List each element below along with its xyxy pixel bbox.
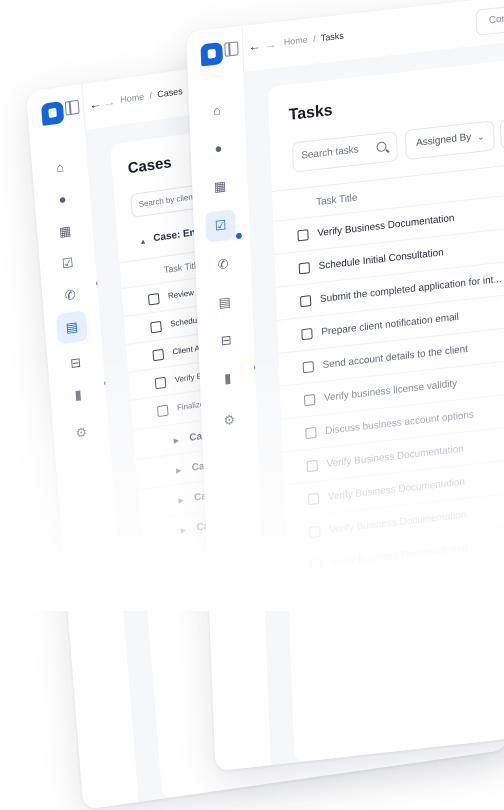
inbox-icon[interactable]: ⊟ — [47, 351, 103, 375]
task-checkbox[interactable] — [298, 262, 311, 275]
app-logo[interactable] — [40, 100, 65, 126]
task-checkbox[interactable] — [300, 295, 312, 308]
breadcrumb-home[interactable]: Home — [120, 91, 144, 104]
breadcrumb-home[interactable]: Home — [284, 35, 308, 48]
cases-icon[interactable]: ▤ — [55, 310, 88, 345]
sidebar-toggle-icon[interactable] — [224, 41, 239, 57]
task-title: Verify business license validity — [323, 378, 458, 404]
inbox-icon[interactable]: ⊟ — [198, 330, 254, 352]
task-checkbox[interactable] — [302, 361, 314, 374]
forward-arrow-icon[interactable]: → — [264, 36, 277, 52]
task-checkbox[interactable] — [307, 492, 320, 506]
building-icon[interactable]: ▦ — [192, 176, 248, 198]
page-title: Tasks — [288, 102, 333, 124]
filter-dropdown[interactable] — [499, 114, 504, 150]
task-checkbox[interactable] — [150, 320, 162, 334]
expand-caret-icon[interactable]: ▲ — [140, 238, 147, 246]
breadcrumb-current: Cases — [157, 85, 183, 100]
breadcrumb-separator: / — [312, 33, 316, 44]
chart-icon[interactable]: ▮ — [200, 363, 261, 389]
breadcrumb-separator: / — [149, 90, 153, 101]
home-icon[interactable]: ⌂ — [189, 100, 245, 121]
task-checkbox[interactable] — [306, 459, 318, 473]
tasks-icon[interactable]: ☑ — [205, 209, 242, 243]
app-logo[interactable] — [200, 42, 224, 67]
column-header: Task Title — [315, 192, 358, 209]
document-icon[interactable]: ▤ — [197, 292, 253, 314]
task-checkbox[interactable] — [303, 393, 316, 407]
settings-icon[interactable]: ⚙ — [201, 409, 257, 431]
settings-icon[interactable]: ⚙ — [53, 421, 109, 445]
back-arrow-icon[interactable]: ← — [248, 38, 261, 54]
collapse-caret-icon[interactable]: ▶ — [176, 466, 182, 475]
sidebar-toggle-icon[interactable] — [64, 99, 80, 116]
tasks-card: Tasks Search tasks Assigned By ⌄ Task Ti… — [267, 39, 504, 763]
collapse-caret-icon[interactable]: ▶ — [173, 436, 179, 445]
task-checkbox[interactable] — [305, 426, 317, 440]
top-action-button[interactable]: Cont — [475, 4, 504, 36]
chart-icon[interactable]: ▮ — [50, 379, 111, 407]
collapse-caret-icon[interactable]: ▶ — [181, 526, 187, 535]
task-title: Schedule Initial Consultation — [318, 247, 444, 273]
task-icon[interactable]: ☑ — [39, 252, 95, 276]
search-input[interactable]: Search tasks — [291, 130, 398, 173]
task-checkbox[interactable] — [154, 376, 167, 390]
home-icon[interactable]: ⌂ — [32, 156, 88, 179]
task-checkbox[interactable] — [156, 404, 169, 418]
search-placeholder: Search tasks — [301, 144, 359, 162]
task-checkbox[interactable] — [152, 348, 165, 362]
back-arrow-icon[interactable]: ← — [88, 95, 102, 112]
task-checkbox[interactable] — [297, 229, 309, 242]
chevron-down-icon: ⌄ — [476, 131, 485, 143]
collapse-caret-icon[interactable]: ▶ — [178, 496, 184, 505]
building-icon[interactable]: ▦ — [37, 220, 93, 244]
task-checkbox[interactable] — [147, 292, 160, 306]
breadcrumb: Home / Tasks — [284, 31, 344, 48]
breadcrumb: Home / Cases — [120, 86, 183, 105]
phone-icon[interactable]: ✆ — [42, 279, 103, 308]
user-icon[interactable]: ● — [34, 188, 90, 211]
main-content: Tasks Search tasks Assigned By ⌄ Task Ti… — [243, 25, 504, 766]
task-checkbox[interactable] — [310, 558, 322, 572]
tasks-window: ⌂ ● ▦ ☑ ✆ ▤ ⊟ ▮ ⚙ ← → Home / Tasks Cont … — [186, 0, 504, 772]
task-checkbox[interactable] — [309, 525, 321, 539]
forward-arrow-icon[interactable]: → — [102, 93, 116, 110]
phone-icon[interactable]: ✆ — [195, 254, 251, 276]
assigned-by-dropdown[interactable]: Assigned By ⌄ — [404, 120, 496, 161]
user-icon[interactable]: ● — [190, 138, 246, 159]
task-checkbox[interactable] — [301, 328, 313, 341]
dropdown-label: Assigned By — [415, 131, 472, 149]
breadcrumb-current: Tasks — [320, 30, 344, 44]
task-title: Verify Business Documentation — [330, 542, 468, 569]
page-title: Cases — [127, 154, 173, 178]
search-icon — [376, 141, 387, 153]
notification-dot — [235, 232, 242, 240]
